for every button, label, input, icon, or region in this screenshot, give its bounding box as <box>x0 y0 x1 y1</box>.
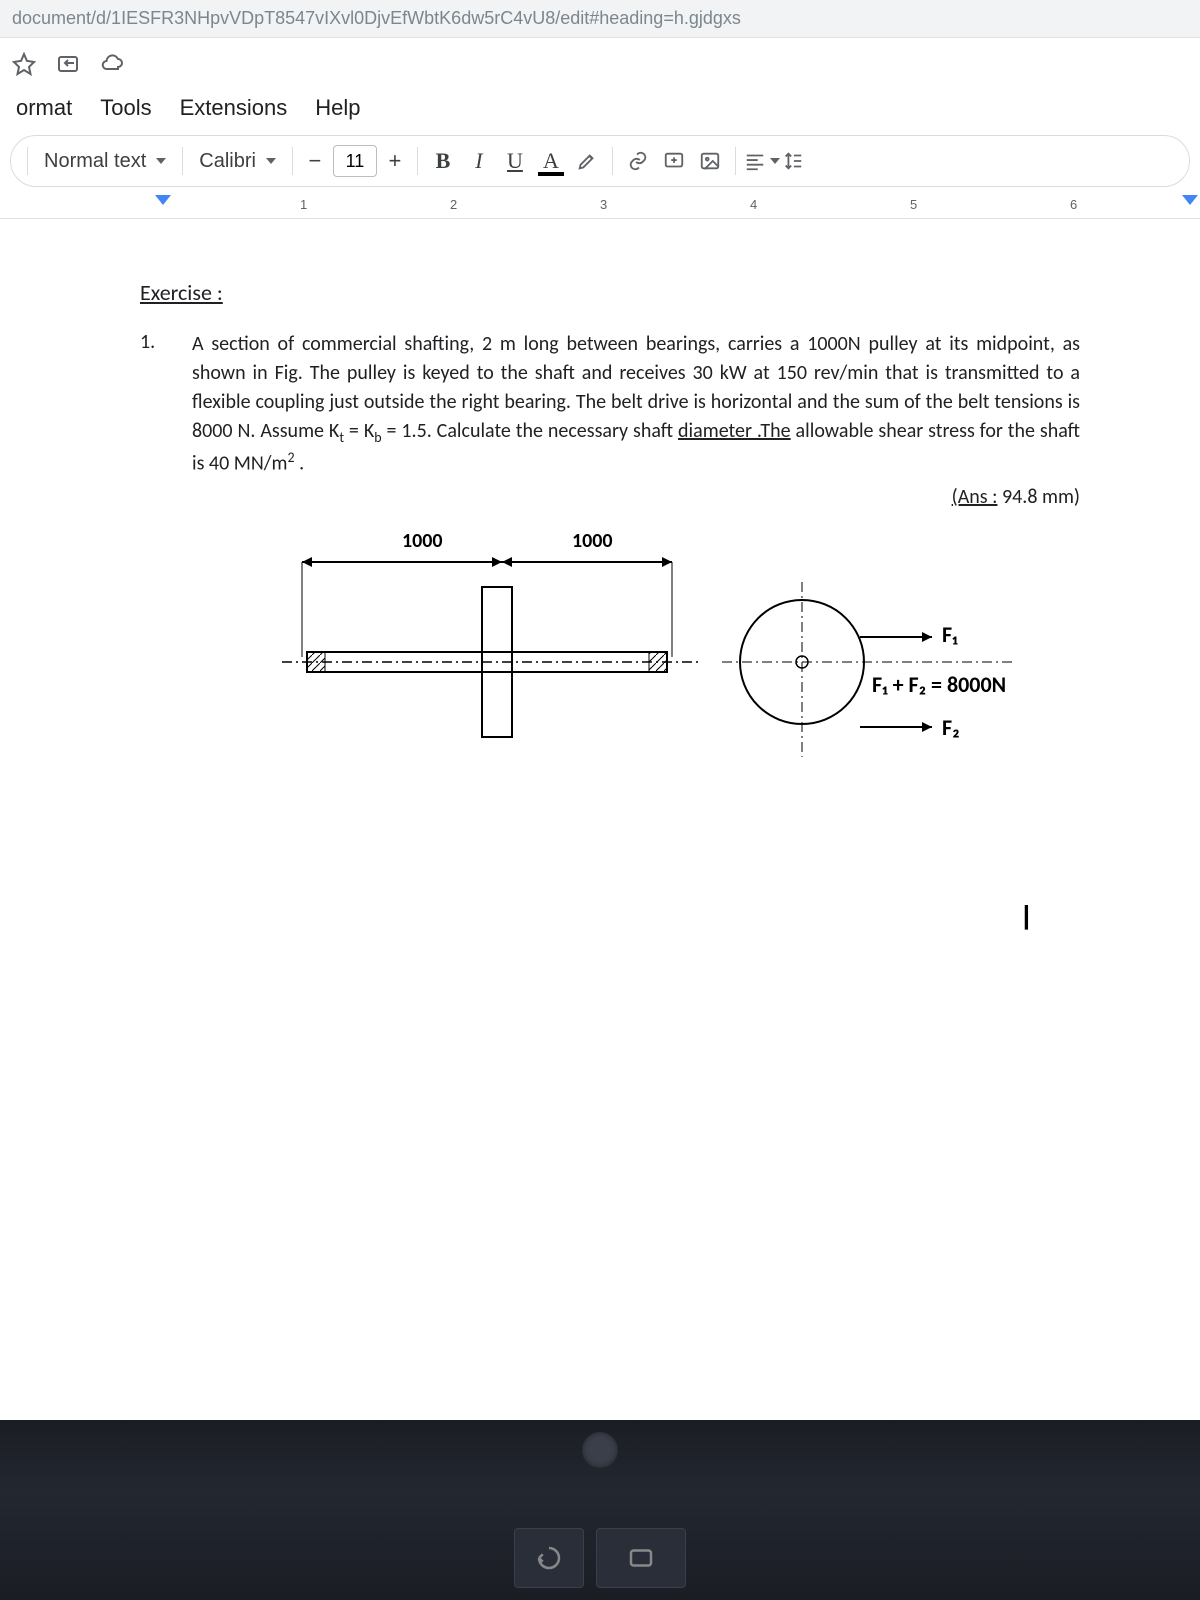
chevron-down-icon <box>770 158 780 164</box>
laptop-base <box>0 1420 1200 1600</box>
exercise-heading: Exercise : <box>140 279 1080 306</box>
svg-text:F₁: F₁ <box>942 621 958 648</box>
menu-tools[interactable]: Tools <box>88 91 163 125</box>
menubar: ormat Tools Extensions Help <box>0 87 1200 135</box>
problem-number: 1. <box>140 330 162 812</box>
align-button[interactable] <box>744 150 780 172</box>
title-icon-row <box>0 38 1200 87</box>
line-spacing-button[interactable] <box>782 150 804 172</box>
font-size-input[interactable] <box>333 145 377 177</box>
shaft-diagram: 1000 1000 <box>272 527 1080 812</box>
svg-text:1000: 1000 <box>402 529 443 553</box>
answer-text: (Ans : 94.8 mm) <box>192 485 1080 509</box>
insert-image-button[interactable] <box>693 144 727 178</box>
text-color-button[interactable]: A <box>534 144 568 178</box>
add-comment-button[interactable] <box>657 144 691 178</box>
move-icon[interactable] <box>56 52 80 81</box>
cloud-icon[interactable] <box>100 52 124 81</box>
indent-marker-right[interactable] <box>1182 195 1198 205</box>
paragraph-style-label: Normal text <box>44 150 146 173</box>
trackpoint <box>582 1432 618 1468</box>
menu-extensions[interactable]: Extensions <box>168 91 300 125</box>
ruler-num: 5 <box>910 197 917 212</box>
underline-button[interactable]: U <box>498 144 532 178</box>
font-size-increase[interactable]: + <box>381 147 409 175</box>
bold-button[interactable]: B <box>426 144 460 178</box>
italic-button[interactable]: I <box>462 144 496 178</box>
star-icon[interactable] <box>12 52 36 81</box>
svg-text:F₂: F₂ <box>942 714 960 741</box>
ruler-num: 1 <box>300 197 307 212</box>
toolbar: Normal text Calibri − + B I U A <box>10 135 1190 187</box>
font-label: Calibri <box>199 150 256 173</box>
highlight-button[interactable] <box>570 144 604 178</box>
ruler[interactable]: 1 2 3 4 5 6 <box>0 193 1200 219</box>
svg-text:1000: 1000 <box>572 529 613 553</box>
ruler-num: 2 <box>450 197 457 212</box>
font-size-decrease[interactable]: − <box>301 147 329 175</box>
url-bar: document/d/1IESFR3NHpvVDpT8547vIXvl0DjvE… <box>0 0 1200 38</box>
text-cursor: | <box>1023 900 1030 931</box>
document-page[interactable]: Exercise : 1. A section of commercial sh… <box>0 219 1200 852</box>
chevron-down-icon <box>266 158 276 164</box>
ruler-num: 3 <box>600 197 607 212</box>
ruler-num: 6 <box>1070 197 1077 212</box>
chevron-down-icon <box>156 158 166 164</box>
svg-text:F₁ + F₂ = 8000N: F₁ + F₂ = 8000N <box>872 671 1006 698</box>
keyboard-key <box>514 1528 584 1588</box>
menu-format[interactable]: ormat <box>4 91 84 125</box>
problem-text: A section of commercial shafting, 2 m lo… <box>192 330 1080 479</box>
paragraph-style-select[interactable]: Normal text <box>36 146 174 177</box>
indent-marker-left[interactable] <box>155 195 171 205</box>
keyboard-key <box>596 1528 686 1588</box>
insert-link-button[interactable] <box>621 144 655 178</box>
ruler-num: 4 <box>750 197 757 212</box>
menu-help[interactable]: Help <box>303 91 372 125</box>
font-select[interactable]: Calibri <box>191 146 284 177</box>
